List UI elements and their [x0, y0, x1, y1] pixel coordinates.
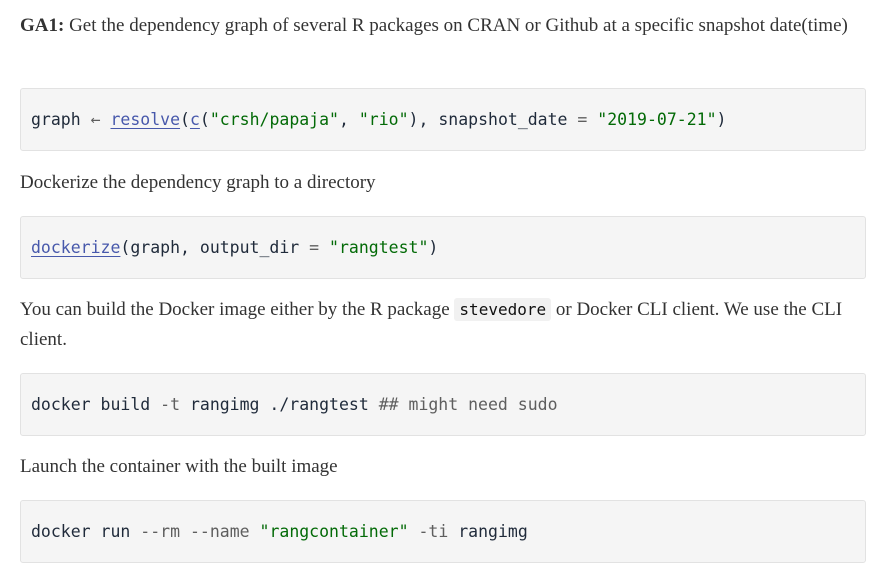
- ga1-label: GA1:: [20, 15, 65, 36]
- code-token-paren: (: [180, 110, 190, 129]
- code-token-flag: --rm: [140, 522, 181, 541]
- code-token-paren: (: [120, 238, 131, 257]
- section-launch-paragraph: Launch the container with the built imag…: [20, 456, 338, 477]
- code-token-string: "2019-07-21": [597, 110, 717, 129]
- section-build-paragraph: You can build the Docker image either by…: [20, 295, 866, 355]
- code-token-string: "crsh/papaja": [209, 110, 339, 129]
- ga1-description: Get the dependency graph of several R pa…: [64, 15, 848, 36]
- code-token-flag: --name: [189, 522, 250, 541]
- code-token-close: ): [428, 238, 439, 257]
- code-block-resolve[interactable]: graph ← resolve(c("crsh/papaja", "rio"),…: [20, 88, 866, 151]
- code-token-flag: -ti: [418, 522, 449, 541]
- code-token-cmd: docker build: [31, 395, 161, 414]
- code-token-eq: =: [567, 110, 598, 129]
- build-text-before: You can build the Docker image either by…: [20, 299, 455, 320]
- section-ga1-paragraph: GA1: Get the dependency graph of several…: [20, 11, 848, 41]
- code-token-args: rangimg ./rangtest: [180, 395, 379, 414]
- section-dockerize-paragraph: Dockerize the dependency graph to a dire…: [20, 172, 376, 193]
- link-dockerize-function[interactable]: dockerize: [31, 238, 120, 257]
- code-token-var: graph: [31, 110, 81, 129]
- code-token-close: ): [716, 110, 727, 129]
- code-block-docker-run[interactable]: docker run --rm --name "rangcontainer" -…: [20, 500, 866, 563]
- code-block-dockerize[interactable]: dockerize(graph, output_dir = "rangtest"…: [20, 216, 866, 279]
- code-token-string: "rio": [358, 110, 409, 129]
- code-token-assign: ←: [80, 110, 111, 129]
- code-token-args: graph, output_dir: [130, 238, 300, 257]
- code-token-eq: =: [299, 238, 330, 257]
- code-token-string: "rangcontainer": [259, 522, 409, 541]
- code-token-close: ),: [408, 110, 439, 129]
- code-token-cmd: docker run: [31, 522, 141, 541]
- code-token-flag: -t: [160, 395, 181, 414]
- code-token-comment: ## might need sudo: [378, 395, 558, 414]
- code-token-string: "rangtest": [329, 238, 429, 257]
- code-block-docker-build[interactable]: docker build -t rangimg ./rangtest ## mi…: [20, 373, 866, 436]
- link-resolve-function[interactable]: resolve: [110, 110, 180, 129]
- link-c-function[interactable]: c: [190, 110, 200, 129]
- code-token-comma: ,: [338, 110, 359, 129]
- code-token-paren: (: [199, 110, 210, 129]
- code-token-args: rangimg: [448, 522, 528, 541]
- code-token-arg: snapshot_date: [438, 110, 568, 129]
- inline-code-stevedore: stevedore: [454, 298, 552, 321]
